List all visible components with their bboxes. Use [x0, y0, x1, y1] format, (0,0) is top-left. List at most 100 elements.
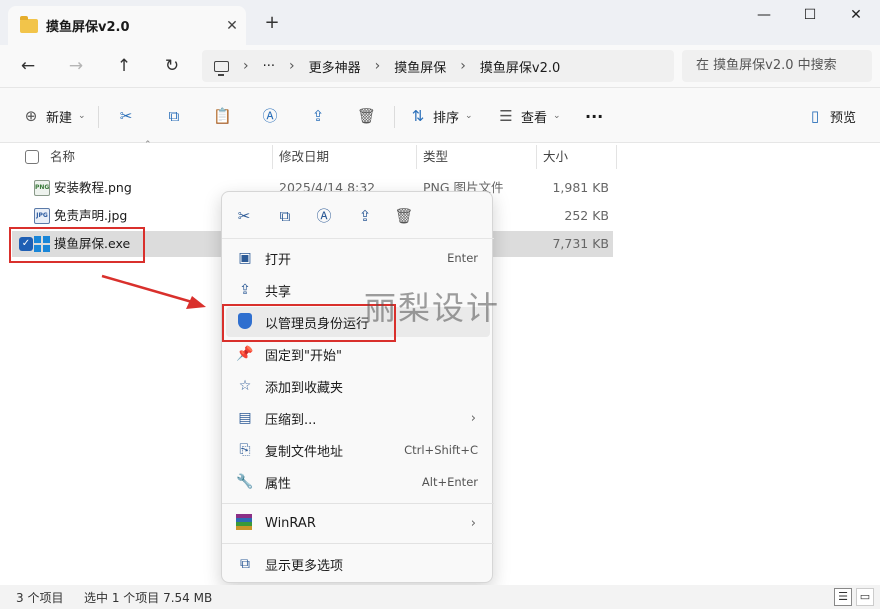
menu-item-copy-path[interactable]: ⎘ 复制文件地址 Ctrl+Shift+C [226, 435, 490, 465]
file-name: 免责声明.jpg [54, 208, 128, 223]
forward-arrow-icon[interactable]: → [60, 51, 92, 81]
select-all-checkbox[interactable] [25, 150, 39, 164]
open-icon: ▣ [238, 250, 252, 266]
file-size: 7,731 KB [552, 236, 609, 251]
up-arrow-icon[interactable]: ↑ [108, 51, 140, 81]
winrar-icon [236, 514, 254, 532]
close-window-button[interactable]: ✕ [834, 0, 878, 30]
shield-icon [236, 313, 254, 331]
column-divider [616, 145, 617, 169]
toolbar-divider [394, 106, 395, 128]
new-tab-button[interactable]: + [262, 12, 282, 33]
tab-current-folder[interactable]: 摸鱼屏保v2.0 ✕ [8, 6, 246, 45]
breadcrumb-separator: › [460, 58, 466, 74]
plus-icon: ⊕ [24, 107, 38, 125]
menu-item-label: 添加到收藏夹 [265, 380, 344, 396]
breadcrumb-separator: › [243, 58, 249, 74]
rename-button[interactable]: Ⓐ [261, 105, 279, 127]
back-arrow-icon[interactable]: ← [12, 51, 44, 81]
menu-item-open[interactable]: ▣ 打开 Enter [226, 243, 490, 273]
menu-item-show-more-options[interactable]: ⧉ 显示更多选项 [226, 549, 490, 579]
context-menu-quick-actions: ✂ ⧉ Ⓐ ⇪ 🗑 [222, 192, 494, 239]
menu-item-label: 复制文件地址 [265, 444, 344, 460]
toolbar-divider [98, 106, 99, 128]
sort-button[interactable]: ⇅ 排序 ⌄ [409, 105, 473, 127]
watermark-text: 丽梨设计 [364, 289, 501, 327]
view-button[interactable]: ☰ 查看 ⌄ [497, 105, 561, 127]
menu-item-add-favorites[interactable]: ☆ 添加到收藏夹 [226, 371, 490, 401]
details-view-icon[interactable]: ☰ [834, 588, 852, 606]
new-button[interactable]: ⊕ 新建 ⌄ [22, 105, 86, 127]
share-button[interactable]: ⇪ [309, 105, 327, 127]
item-count: 3 个项目 [16, 591, 64, 605]
this-pc-icon [214, 60, 229, 76]
clipboard-icon: 📋 [213, 107, 232, 125]
more-options-icon: ⧉ [240, 556, 250, 572]
copy-path-icon: ⎘ [239, 442, 251, 458]
menu-item-label: 打开 [265, 252, 292, 268]
zip-icon: ▤ [238, 410, 252, 426]
tab-title: 摸鱼屏保v2.0 [46, 20, 130, 35]
delete-button[interactable]: 🗑 [357, 105, 376, 127]
sort-icon: ⇅ [411, 107, 425, 125]
chevron-down-icon: ⌄ [465, 111, 473, 121]
menu-item-label: WinRAR [265, 515, 316, 531]
tab-close-icon[interactable]: ✕ [218, 18, 246, 34]
preview-pane-icon: ▯ [810, 107, 820, 125]
maximize-button[interactable]: ☐ [788, 0, 832, 30]
breadcrumb-item[interactable]: 摸鱼屏保v2.0 [480, 57, 560, 76]
breadcrumb-item[interactable]: 更多神器 [309, 57, 361, 76]
folder-icon [20, 15, 38, 33]
tiles-view-icon[interactable]: ▭ [856, 588, 874, 606]
selection-info: 选中 1 个项目 7.54 MB [84, 591, 213, 605]
command-bar: ⊕ 新建 ⌄ ✂ ⧉ 📋 Ⓐ ⇪ 🗑 ⇅ 排序 ⌄ ☰ 查看 ⌄ ··· ▯ 预… [0, 87, 880, 143]
column-header-type[interactable]: 类型 [417, 143, 448, 171]
menu-item-label: 显示更多选项 [265, 558, 344, 574]
column-header-name[interactable]: 名称 [44, 143, 75, 171]
view-list-icon: ☰ [499, 107, 513, 125]
breadcrumb-more[interactable]: ··· [263, 59, 275, 74]
breadcrumb-item[interactable]: 摸鱼屏保 [394, 57, 446, 76]
minimize-button[interactable]: — [742, 0, 786, 30]
file-name: 安装教程.png [54, 180, 132, 195]
paste-button[interactable]: 📋 [213, 105, 232, 127]
menu-item-compress[interactable]: ▤ 压缩到... › [226, 403, 490, 433]
refresh-icon[interactable]: ↻ [156, 51, 188, 81]
menu-item-label: 压缩到... [265, 412, 317, 428]
share-icon: ⇪ [239, 282, 251, 298]
sort-caret-icon: ⌃ [144, 140, 152, 150]
copy-icon[interactable]: ⧉ [274, 205, 296, 227]
context-menu: ✂ ⧉ Ⓐ ⇪ 🗑 ▣ 打开 Enter ⇪ 共享 以管理员身份运行 📌 固定到… [221, 191, 494, 583]
menu-item-pin-to-start[interactable]: 📌 固定到"开始" [226, 339, 490, 369]
pin-icon: 📌 [236, 346, 254, 362]
chevron-down-icon: ⌄ [553, 111, 561, 121]
column-header-size[interactable]: 大小 [537, 143, 568, 171]
file-name: 摸鱼屏保.exe [54, 236, 131, 251]
trash-icon[interactable]: 🗑 [393, 205, 415, 227]
menu-item-properties[interactable]: 🔧 属性 Alt+Enter [226, 467, 490, 497]
view-button-label: 查看 [521, 110, 548, 126]
cut-button[interactable]: ✂ [117, 105, 135, 127]
scissors-icon[interactable]: ✂ [233, 205, 255, 227]
menu-item-shortcut: Enter [447, 251, 478, 265]
more-options-button[interactable]: ··· [585, 105, 603, 127]
menu-item-winrar[interactable]: WinRAR › [226, 508, 490, 538]
row-checkbox-checked[interactable]: ✓ [19, 237, 33, 251]
status-bar: 3 个项目 选中 1 个项目 7.54 MB ☰ ▭ [0, 585, 880, 609]
copy-button[interactable]: ⧉ [165, 105, 183, 127]
file-size: 252 KB [564, 208, 609, 223]
exe-app-icon [34, 236, 50, 252]
chevron-right-icon: › [470, 410, 476, 426]
preview-pane-button[interactable]: ▯ 预览 [806, 105, 856, 127]
search-input[interactable]: 在 摸鱼屏保v2.0 中搜索 [682, 50, 872, 82]
rename-icon: Ⓐ [262, 107, 278, 125]
share-icon[interactable]: ⇪ [354, 205, 376, 227]
address-bar[interactable]: › ··· › 更多神器 › 摸鱼屏保 › 摸鱼屏保v2.0 [202, 50, 674, 82]
rename-icon[interactable]: Ⓐ [313, 205, 335, 227]
file-size: 1,981 KB [552, 180, 609, 195]
wrench-icon: 🔧 [236, 474, 254, 490]
column-header-modified[interactable]: 修改日期 [273, 143, 329, 171]
new-button-label: 新建 [46, 110, 73, 126]
menu-divider [222, 503, 494, 504]
star-icon: ☆ [238, 378, 252, 394]
